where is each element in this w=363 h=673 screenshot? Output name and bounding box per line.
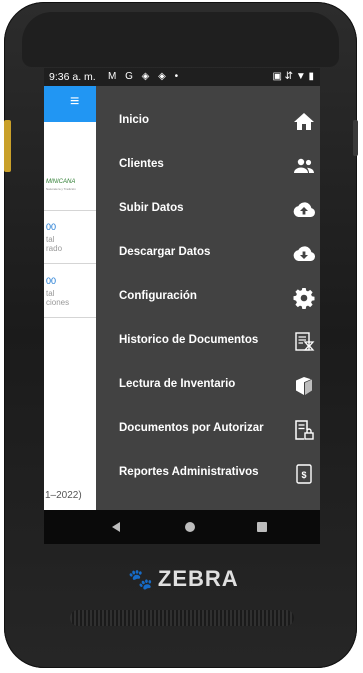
menu-item-historico-documentos[interactable]: Historico de Documentos: [96, 320, 320, 364]
menu-item-label: Lectura de Inventario: [119, 378, 236, 390]
side-volume-button[interactable]: [353, 120, 358, 156]
status-time: 9:36 a. m.: [49, 71, 96, 83]
box-icon: [292, 374, 316, 398]
logo-text: MINICANA: [46, 179, 76, 185]
system-status-icons: ▣ ⇵ ▼ ▮: [272, 71, 314, 82]
menu-item-label: Clientes: [119, 158, 164, 170]
menu-item-clientes[interactable]: Clientes: [96, 144, 320, 188]
gear-icon: [292, 286, 316, 310]
back-icon[interactable]: [112, 522, 120, 532]
system-navigation-bar: [44, 510, 320, 544]
dollar-document-icon: $: [292, 462, 316, 486]
menu-item-descargar-datos[interactable]: Descargar Datos: [96, 232, 320, 276]
document-lock-icon: [292, 418, 316, 442]
recent-apps-icon[interactable]: [257, 522, 267, 532]
notification-icons: M G ◈ ◈ •: [108, 71, 182, 82]
device-top-bezel: [22, 12, 339, 67]
card-line: tal: [46, 289, 55, 298]
svg-text:$: $: [301, 470, 306, 480]
home-button-icon[interactable]: [185, 522, 195, 532]
menu-item-label: Inicio: [119, 114, 150, 126]
side-scan-button[interactable]: [4, 120, 11, 172]
menu-item-reportes-administrativos[interactable]: Reportes Administrativos $: [96, 452, 320, 496]
background-app: ≡ MINICANA Naturaleza y Tradición 00 tal…: [44, 86, 98, 544]
speaker-grille: [70, 610, 294, 626]
menu-item-label: Documentos por Autorizar: [119, 422, 264, 434]
screen: 9:36 a. m. M G ◈ ◈ • ▣ ⇵ ▼ ▮ ≡ MINICANA …: [44, 68, 320, 544]
card-line: tal: [46, 235, 55, 244]
company-logo: MINICANA Naturaleza y Tradición: [46, 179, 76, 193]
menu-item-inicio[interactable]: Inicio: [96, 100, 320, 144]
year-range-text: 1–2022): [45, 490, 82, 501]
zebra-head-icon: 🐾: [128, 569, 154, 591]
divider: [44, 317, 96, 318]
card-number: 00: [46, 276, 57, 286]
menu-item-label: Reportes Administrativos: [119, 466, 259, 478]
menu-item-label: Historico de Documentos: [119, 334, 259, 346]
home-icon: [292, 110, 316, 134]
menu-item-lectura-inventario[interactable]: Lectura de Inventario: [96, 364, 320, 408]
logo-subtext: Naturaleza y Tradición: [46, 187, 76, 191]
card-line: rado: [46, 244, 63, 253]
summary-card[interactable]: 00 tal ciones: [44, 264, 98, 316]
menu-item-configuracion[interactable]: Configuración: [96, 276, 320, 320]
menu-item-documentos-autorizar[interactable]: Documentos por Autorizar: [96, 408, 320, 452]
app-bar: ≡: [44, 86, 96, 122]
navigation-drawer: Inicio Clientes Subir Datos Descargar Da…: [96, 86, 320, 510]
status-bar: 9:36 a. m. M G ◈ ◈ • ▣ ⇵ ▼ ▮: [44, 68, 320, 86]
card-line: ciones: [46, 298, 70, 307]
device-brand-logo: 🐾 ZEBRA: [128, 566, 239, 592]
menu-item-label: Configuración: [119, 290, 197, 302]
card-number: 00: [46, 222, 57, 232]
menu-item-subir-datos[interactable]: Subir Datos: [96, 188, 320, 232]
hamburger-menu-icon[interactable]: ≡: [70, 94, 79, 110]
summary-card[interactable]: 00 tal rado: [44, 211, 98, 263]
cloud-upload-icon: [292, 198, 316, 222]
document-history-icon: [292, 330, 316, 354]
people-icon: [292, 154, 316, 178]
menu-item-label: Descargar Datos: [119, 246, 211, 258]
brand-text: ZEBRA: [157, 566, 239, 591]
cloud-download-icon: [292, 242, 316, 266]
menu-item-label: Subir Datos: [119, 202, 184, 214]
